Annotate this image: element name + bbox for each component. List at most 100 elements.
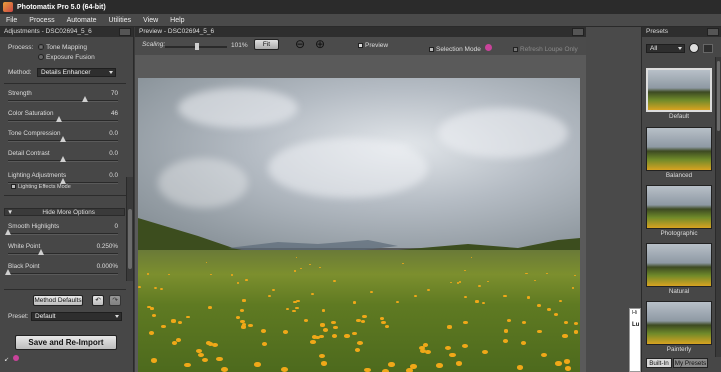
save-and-reimport-button[interactable]: Save and Re-Import <box>15 335 117 350</box>
menu-process[interactable]: Process <box>23 17 60 24</box>
slider-track[interactable] <box>8 96 118 102</box>
flower <box>280 367 288 372</box>
flower <box>295 306 299 310</box>
flower <box>221 367 229 372</box>
flower <box>463 320 468 324</box>
preset-item[interactable]: Natural <box>646 243 712 295</box>
method-select[interactable]: Details Enhancer <box>37 68 116 77</box>
slider-track[interactable] <box>8 136 118 142</box>
slider-value: 46 <box>110 110 118 117</box>
flower <box>562 334 568 338</box>
flower <box>462 343 468 348</box>
scrollbar-thumb[interactable] <box>717 61 720 131</box>
lighting-effects-checkbox[interactable] <box>11 184 16 190</box>
adjustments-scrollbar[interactable] <box>126 177 133 281</box>
preview-toggle[interactable]: Preview <box>358 42 388 49</box>
slider-thumb[interactable] <box>60 136 66 142</box>
preset-item[interactable]: Photographic <box>646 185 712 237</box>
hide-more-options-toggle[interactable]: ▼ Hide More Options <box>4 208 125 216</box>
slider-thumb[interactable] <box>38 249 44 255</box>
selection-mode-label: Selection Mode <box>436 46 481 53</box>
slider-thumb[interactable] <box>55 116 62 122</box>
preset-item[interactable]: Painterly <box>646 301 712 353</box>
tone-mapping-label: Tone Mapping <box>46 44 87 51</box>
preset-item[interactable]: Balanced <box>646 127 712 179</box>
flower <box>160 288 163 290</box>
flower <box>171 319 176 323</box>
refresh-loupe-checkbox[interactable] <box>513 46 518 52</box>
tone-mapping-radio[interactable] <box>38 44 45 51</box>
slider-track[interactable] <box>5 229 118 235</box>
method-defaults-button[interactable]: Method Defaults <box>33 295 83 306</box>
preview-image[interactable] <box>138 78 580 372</box>
preset-item[interactable]: Default <box>646 68 712 120</box>
slider-thumb[interactable] <box>5 229 11 235</box>
arrow-icon[interactable]: ↙ <box>4 357 9 363</box>
menu-view[interactable]: View <box>137 17 164 24</box>
menu-file[interactable]: File <box>0 17 23 24</box>
redo-button[interactable]: ↷ <box>109 295 121 306</box>
grid-view-icon[interactable] <box>703 44 713 53</box>
preset-thumbnail[interactable] <box>646 127 712 171</box>
slider-thumb[interactable] <box>5 269 11 275</box>
selection-mode-toggle[interactable]: Selection Mode <box>429 46 481 53</box>
zoom-in-icon[interactable]: ⊕ <box>315 37 325 51</box>
preset-thumbnail[interactable] <box>646 301 712 345</box>
scaling-slider[interactable] <box>165 43 227 50</box>
process-label: Process: <box>8 44 34 51</box>
flower <box>449 353 456 358</box>
menu-utilities[interactable]: Utilities <box>103 17 138 24</box>
slider-label: Smooth Highlights <box>8 223 60 230</box>
menu-help[interactable]: Help <box>164 17 190 24</box>
presets-scrollbar[interactable] <box>715 57 721 357</box>
preview-checkbox[interactable] <box>358 42 363 48</box>
slider-thumb[interactable] <box>82 96 88 102</box>
slider-value: 0.0 <box>109 172 118 179</box>
flower <box>455 361 463 366</box>
flower <box>333 279 336 282</box>
method-value: Details Enhancer <box>41 69 91 76</box>
tab-my-presets[interactable]: My Presets <box>673 358 708 368</box>
flower <box>525 272 528 275</box>
panel-float-button[interactable] <box>119 28 131 36</box>
flower <box>360 319 366 323</box>
preset-filter-select[interactable]: All <box>646 44 685 53</box>
selection-mode-checkbox[interactable] <box>429 46 434 52</box>
flower <box>463 295 467 298</box>
tab-built-in[interactable]: Built-In <box>646 358 672 368</box>
divider <box>4 289 126 290</box>
preset-thumbnail[interactable] <box>646 68 712 112</box>
flower <box>331 320 336 324</box>
preset-thumbnail[interactable] <box>646 185 712 229</box>
help-icon[interactable] <box>485 44 492 51</box>
help-icon[interactable] <box>12 355 19 361</box>
refresh-loupe-toggle[interactable]: Refresh Loupe Only <box>513 46 578 53</box>
preset-select[interactable]: Default <box>31 312 122 321</box>
exposure-fusion-radio[interactable] <box>38 54 44 61</box>
flower <box>364 367 372 372</box>
flower <box>344 334 350 338</box>
slider-label-row: Color Saturation 46 <box>8 110 118 117</box>
flower <box>356 319 361 323</box>
triangle-down-icon: ▼ <box>7 209 14 216</box>
flower <box>239 309 244 312</box>
refresh-loupe-label: Refresh Loupe Only <box>520 46 578 53</box>
scaling-slider-thumb[interactable] <box>195 43 199 50</box>
fit-button[interactable]: Fit <box>254 39 279 50</box>
undo-button[interactable]: ↶ <box>92 295 104 306</box>
zoom-out-icon[interactable]: ⊖ <box>295 37 305 51</box>
slider-track[interactable] <box>8 116 118 122</box>
slider-track[interactable] <box>8 249 118 255</box>
slider-label-row: Smooth Highlights 0 <box>8 223 118 230</box>
panel-float-button[interactable] <box>572 28 584 36</box>
preset-thumbnail[interactable] <box>646 243 712 287</box>
slider-track[interactable] <box>5 269 118 275</box>
menu-automate[interactable]: Automate <box>61 17 103 24</box>
preset-options-icon[interactable] <box>689 43 699 53</box>
panel-float-button[interactable] <box>707 28 719 36</box>
adjustments-title: Adjustments - DSC02694_5_6 <box>4 28 92 35</box>
flower <box>470 257 472 259</box>
slider-thumb[interactable] <box>60 156 66 162</box>
scrollbar-thumb[interactable] <box>128 209 132 269</box>
slider-track[interactable] <box>8 156 118 162</box>
